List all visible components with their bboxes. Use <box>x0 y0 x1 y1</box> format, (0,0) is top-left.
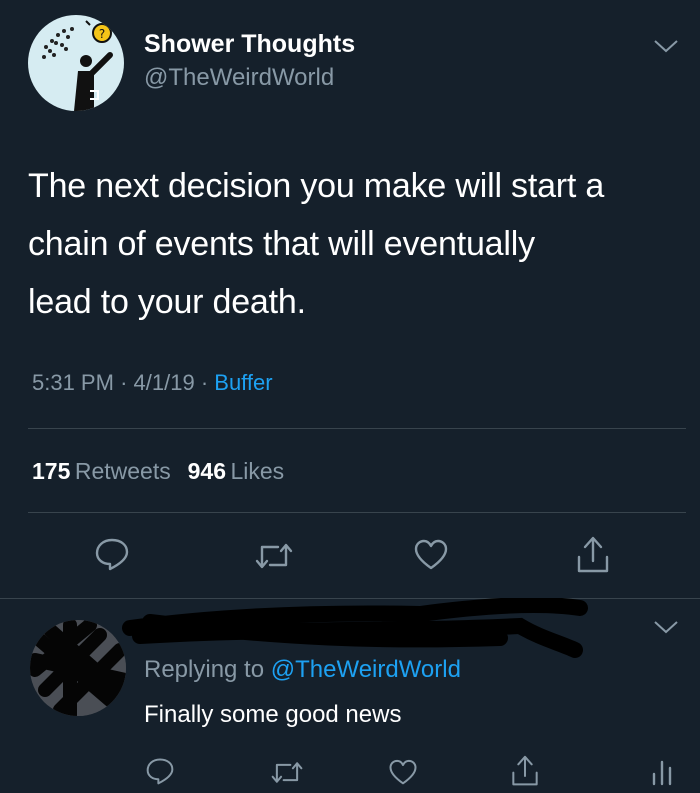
share-icon <box>512 755 538 786</box>
heart-icon <box>414 539 448 570</box>
like-button[interactable] <box>413 539 449 571</box>
author-avatar[interactable]: ? <box>28 15 124 111</box>
retweet-icon <box>271 762 303 783</box>
share-icon <box>577 536 609 573</box>
reply-icon <box>146 758 174 785</box>
more-options-button[interactable] <box>653 38 679 54</box>
retweets-count: 175 <box>32 458 71 484</box>
reply-like-button[interactable] <box>388 759 418 786</box>
retweets-label: Retweets <box>74 458 171 484</box>
divider <box>28 428 686 429</box>
tweet-text: The next decision you make will start a … <box>28 157 688 331</box>
chevron-down-icon <box>654 621 678 634</box>
retweets-stat[interactable]: 175 Retweets <box>32 458 175 484</box>
replying-to-prefix: Replying to <box>144 656 265 683</box>
reply-reply-button[interactable] <box>145 757 175 785</box>
reply-text: Finally some good news <box>144 701 402 728</box>
meta-separator: · <box>120 370 128 395</box>
analytics-icon <box>652 760 672 786</box>
tweet-text-line: lead to your death. <box>28 283 306 321</box>
divider <box>28 512 686 513</box>
tweet-stats: 175 Retweets 946 Likes <box>32 458 284 485</box>
chevron-down-icon <box>654 40 678 53</box>
redacted-name-scribble <box>120 597 590 660</box>
author-name[interactable]: Shower Thoughts <box>144 30 355 59</box>
reply-analytics-button[interactable] <box>650 756 674 786</box>
retweet-button[interactable] <box>254 540 294 572</box>
tweet-meta: 5:31 PM · 4/1/19 · Buffer <box>32 370 273 396</box>
reply-icon <box>95 538 129 571</box>
share-button[interactable] <box>575 535 611 575</box>
tweet-text-line: chain of events that will eventually <box>28 225 535 263</box>
meta-separator: · <box>200 370 209 395</box>
reply-button[interactable] <box>94 537 130 571</box>
shower-logo-icon: ? <box>42 16 119 111</box>
svg-text:?: ? <box>99 27 105 41</box>
tweet-source-link[interactable]: Buffer <box>214 370 272 395</box>
replying-to-handle[interactable]: @TheWeirdWorld <box>271 656 461 683</box>
reply-more-options-button[interactable] <box>653 619 679 635</box>
author-handle[interactable]: @TheWeirdWorld <box>144 64 334 92</box>
likes-count: 946 <box>187 458 226 484</box>
retweet-icon <box>255 543 293 569</box>
tweet-text-line: The next decision you make will start a <box>28 167 605 205</box>
redacted-avatar-scribble <box>30 620 126 716</box>
tweet-time: 5:31 PM <box>32 370 114 395</box>
heart-icon <box>389 759 417 785</box>
likes-stat[interactable]: 946 Likes <box>188 458 285 484</box>
replying-to: Replying to @TheWeirdWorld <box>144 656 461 684</box>
reply-avatar[interactable] <box>30 620 126 716</box>
reply-share-button[interactable] <box>510 754 540 788</box>
tweet-date: 4/1/19 <box>133 370 195 395</box>
reply-retweet-button[interactable] <box>270 759 304 786</box>
likes-label: Likes <box>230 458 285 484</box>
